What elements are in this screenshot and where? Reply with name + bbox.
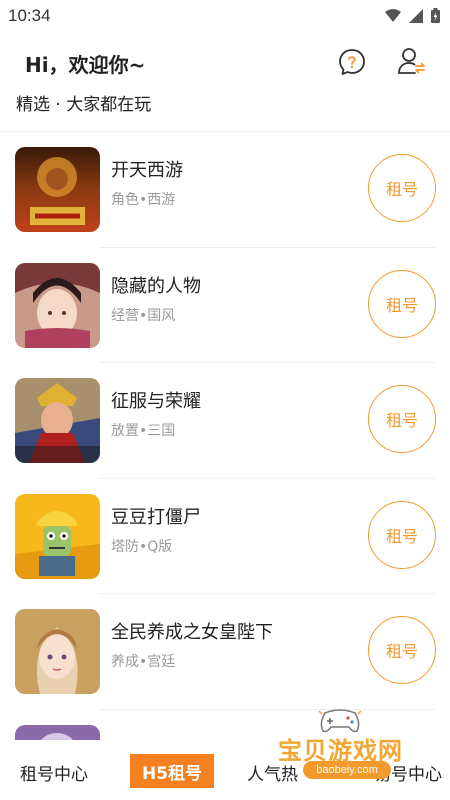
game-thumbnail-doudou-jiangshi[interactable] [15, 493, 100, 579]
game-thumbnail-kaitian-xiyou[interactable] [15, 147, 100, 232]
battery-icon [431, 8, 440, 23]
rent-button[interactable]: 租号 [368, 154, 436, 222]
game-name: 开天西游 [111, 160, 183, 181]
game-list-item[interactable]: 豆豆打僵尸 塔防•Q版 租号 [0, 479, 450, 595]
signal-icon [409, 8, 423, 23]
greeting-title: Hi，欢迎你~ [25, 53, 146, 77]
tab-h5-rent[interactable]: H5租号 [130, 754, 214, 788]
game-tags: 放置•三国 [111, 423, 176, 439]
rent-button[interactable]: 租号 [368, 616, 436, 684]
watermark-url: baobeiy.com [303, 761, 391, 779]
help-icon[interactable] [338, 48, 366, 76]
game-list-item[interactable]: 开天西游 角色•西游 租号 [0, 132, 450, 248]
game-tags: 塔防•Q版 [111, 538, 173, 555]
game-thumbnail-zhengfu-rongyao[interactable] [15, 378, 100, 463]
site-watermark: 宝贝游戏网 baobeiy.com [275, 705, 425, 783]
game-thumbnail-yincang-renwu[interactable] [15, 262, 100, 348]
status-time: 10:34 [8, 6, 51, 25]
game-thumbnail-quanmin-yangcheng[interactable] [15, 609, 100, 694]
game-name: 全民养成之女皇陛下 [111, 622, 273, 643]
header: Hi，欢迎你~ 精选 · 大家都在玩 [0, 40, 450, 130]
game-name: 征服与荣耀 [111, 391, 201, 412]
status-icons [385, 8, 440, 23]
game-list-item[interactable]: 全民养成之女皇陛下 养成•宫廷 租号 [0, 594, 450, 710]
rent-button[interactable]: 租号 [368, 269, 436, 338]
game-tags: 养成•宫廷 [111, 654, 176, 670]
rent-button[interactable]: 租号 [368, 385, 436, 453]
rent-button[interactable]: 租号 [368, 500, 436, 569]
tab-rent-center[interactable]: 租号中心 [20, 760, 88, 785]
section-subtitle: 精选 · 大家都在玩 [16, 95, 152, 115]
game-list-item[interactable]: 隐藏的人物 经营•国风 租号 [0, 248, 450, 364]
game-list-item[interactable]: 征服与荣耀 放置•三国 租号 [0, 363, 450, 479]
wifi-icon [385, 8, 401, 22]
user-switch-icon[interactable] [396, 46, 426, 76]
game-name: 豆豆打僵尸 [111, 506, 201, 528]
game-list: 开天西游 角色•西游 租号 隐藏的人物 经营•国风 租号 征服与荣耀 放置•三国… [0, 132, 450, 800]
game-name: 隐藏的人物 [111, 275, 201, 297]
game-tags: 角色•西游 [111, 192, 176, 208]
status-bar: 10:34 [0, 0, 450, 32]
game-tags: 经营•国风 [111, 307, 176, 324]
